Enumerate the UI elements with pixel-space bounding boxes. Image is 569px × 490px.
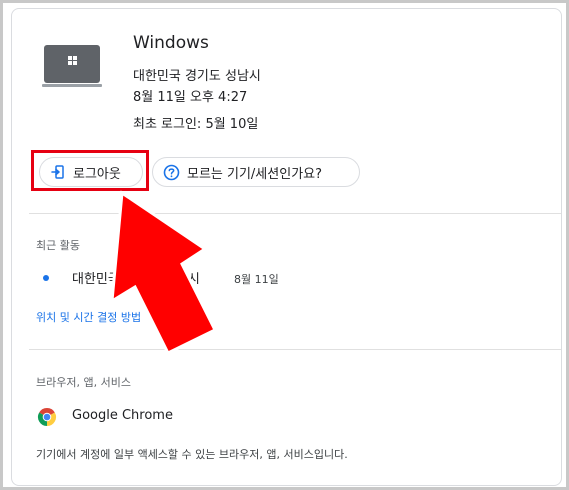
device-location: 대한민국 경기도 성남시 (133, 69, 261, 84)
services-title: 브라우저, 앱, 서비스 (36, 376, 131, 389)
laptop-icon (42, 45, 102, 87)
logout-highlight-box (31, 150, 149, 191)
screenshot-frame: Windows 대한민국 경기도 성남시 8월 11일 오후 4:27 최초 로… (0, 0, 569, 490)
activity-location: 대한민국 경기도 성남시 (72, 272, 200, 287)
location-time-help-link[interactable]: 위치 및 시간 결정 방법 (36, 309, 141, 325)
divider (29, 349, 561, 350)
recent-activity-title: 최근 활동 (36, 239, 80, 252)
unknown-device-button[interactable]: 모르는 기기/세션인가요? (152, 157, 360, 187)
help-icon (163, 164, 180, 180)
device-first-login: 최초 로그인: 5월 10일 (133, 117, 259, 132)
chrome-icon (37, 408, 57, 426)
activity-date: 8월 11일 (234, 273, 279, 286)
device-last-seen: 8월 11일 오후 4:27 (133, 90, 248, 105)
chrome-app-name: Google Chrome (72, 408, 173, 423)
divider (29, 213, 561, 214)
device-details-panel: Windows 대한민국 경기도 성남시 8월 11일 오후 4:27 최초 로… (11, 8, 562, 486)
services-description: 기기에서 계정에 일부 액세스할 수 있는 브라우저, 앱, 서비스입니다. (36, 448, 348, 461)
activity-dot (43, 275, 49, 281)
unknown-device-label: 모르는 기기/세션인가요? (187, 166, 323, 182)
device-name: Windows (133, 33, 209, 53)
